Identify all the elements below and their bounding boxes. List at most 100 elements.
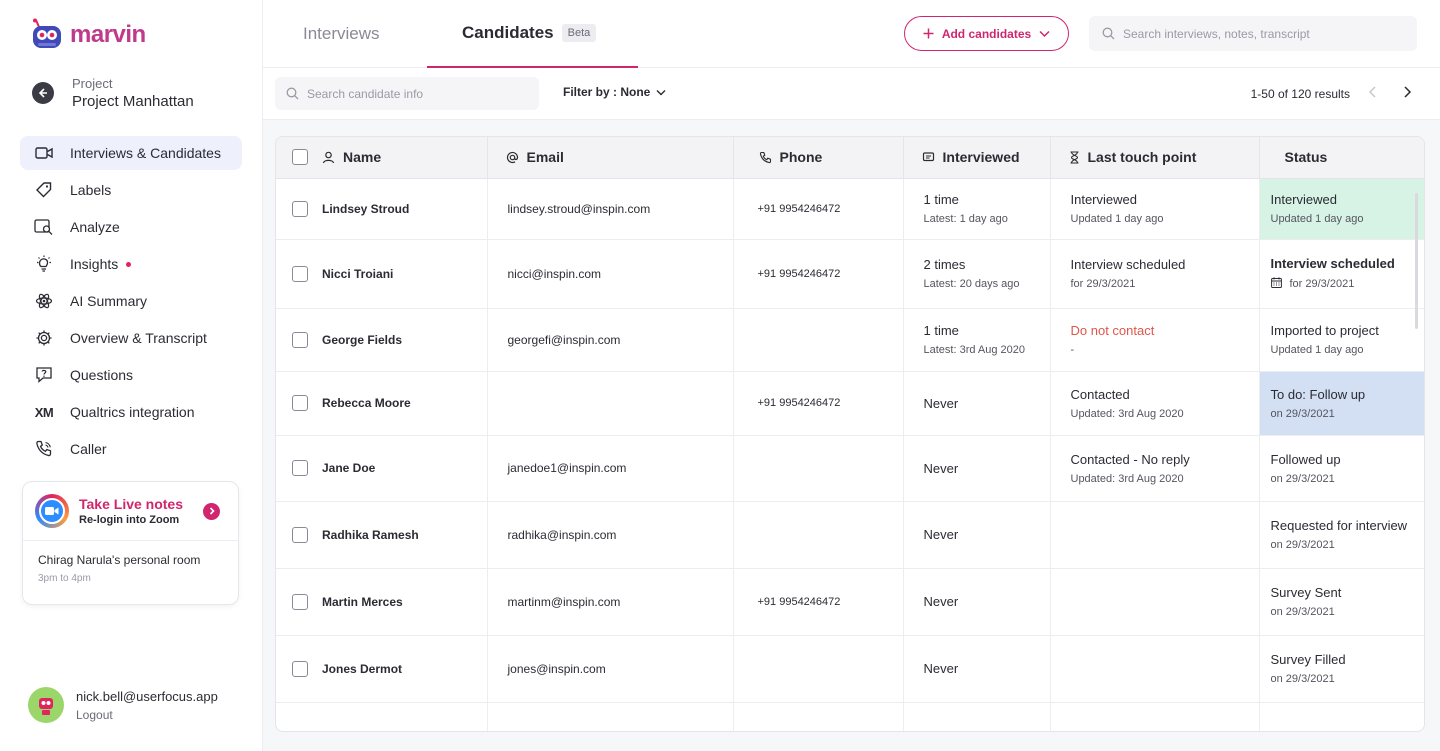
column-header-email[interactable]: Email	[527, 149, 564, 165]
candidate-email[interactable]: georgefi@inspin.com	[508, 333, 621, 347]
project-switcher[interactable]: Project Project Manhattan	[32, 76, 194, 110]
zoom-live-notes-card[interactable]: Take Live notes Re-login into Zoom Chira…	[22, 481, 239, 605]
column-header-last-touch-point[interactable]: Last touch point	[1088, 149, 1197, 165]
row-checkbox[interactable]	[292, 200, 308, 217]
table-row[interactable]: Rebecca Moore +91 9954246472 Never Contacte…	[276, 371, 1425, 436]
status-badge[interactable]: Imported to project	[1271, 323, 1425, 338]
back-arrow-icon[interactable]	[32, 82, 54, 104]
row-checkbox[interactable]	[292, 460, 308, 476]
candidate-email[interactable]: radhika@inspin.com	[508, 528, 617, 542]
empty-cell	[733, 702, 904, 731]
user-avatar[interactable]	[28, 687, 64, 723]
table-row[interactable]: Radhika Ramesh radhika@inspin.com Never Req…	[276, 501, 1425, 569]
table-row[interactable]: Nicci Troiani nicci@inspin.com +91 9954246…	[276, 239, 1425, 309]
table-row[interactable]: Jane Doe janedoe1@inspin.com Never Contacte…	[276, 435, 1425, 502]
status-badge[interactable]: Survey Filled	[1271, 652, 1425, 667]
row-checkbox[interactable]	[292, 395, 308, 411]
chevron-left-icon[interactable]	[1366, 85, 1380, 99]
table-scrollbar[interactable]	[1415, 193, 1418, 329]
candidate-email[interactable]: lindsey.stroud@inspin.com	[508, 202, 651, 216]
sidebar-item-label: Qualtrics integration	[70, 404, 195, 420]
row-checkbox[interactable]	[292, 331, 308, 348]
add-candidates-button[interactable]: Add candidates	[904, 16, 1069, 51]
bulb-icon	[34, 254, 54, 274]
cell-name: Rebecca Moore	[276, 371, 488, 436]
candidate-email[interactable]: martinm@inspin.com	[508, 595, 621, 609]
logout-link[interactable]: Logout	[76, 708, 218, 722]
status-badge[interactable]: To do: Follow up	[1271, 387, 1425, 402]
sidebar-nav: Interviews & Candidates Labels Analyze Insi…	[20, 136, 242, 469]
last-touch-updated: Updated 1 day ago	[1070, 213, 1164, 225]
status-date: on 29/3/2021	[1270, 407, 1335, 420]
candidate-name[interactable]: George Fields	[322, 333, 402, 347]
candidate-phone: +91 9954246472	[757, 397, 841, 409]
column-header-interviewed[interactable]: Interviewed	[943, 149, 1020, 165]
table-row[interactable]: Martin Merces martinm@inspin.com +91 99542…	[276, 568, 1425, 636]
row-checkbox[interactable]	[292, 593, 308, 610]
status-date: on 29/3/2021	[1270, 606, 1335, 618]
candidate-email[interactable]: jones@inspin.com	[508, 662, 606, 676]
status-badge[interactable]: Requested for interview	[1271, 518, 1425, 533]
candidate-search-input[interactable]: Search candidate info	[275, 77, 539, 110]
top-bar: Interviews Candidates Beta Add candidate…	[263, 0, 1440, 68]
sidebar-item-ai-summary[interactable]: AI Summary	[20, 284, 242, 318]
sidebar-item-labels[interactable]: Labels	[20, 173, 242, 207]
row-checkbox[interactable]	[292, 660, 308, 677]
filter-dropdown[interactable]: Filter by : None	[563, 85, 666, 99]
filter-bar: Search candidate info Filter by : None 1…	[263, 68, 1440, 120]
cell-status: To do: Follow up on 29/3/2021	[1259, 371, 1425, 436]
candidate-name[interactable]: Nicci Troiani	[322, 267, 393, 281]
cell-name: Lindsey Stroud	[276, 178, 488, 240]
column-header-name[interactable]: Name	[343, 149, 381, 165]
table-row[interactable]: Jones Dermot jones@inspin.com Never Survey …	[276, 635, 1425, 703]
cell-last-touch-point: Interviewed Updated 1 day ago	[1050, 178, 1260, 240]
candidate-name[interactable]: Martin Merces	[322, 595, 403, 609]
chevron-right-icon[interactable]	[1400, 85, 1414, 99]
zoom-icon	[35, 494, 69, 528]
status-badge[interactable]: Survey Sent	[1271, 585, 1425, 600]
candidate-name[interactable]: Lindsey Stroud	[322, 202, 409, 216]
candidate-phone: +91 9954246472	[757, 595, 841, 608]
status-badge[interactable]: Interviewed	[1271, 192, 1425, 207]
pagination	[1366, 85, 1414, 99]
tab-candidates[interactable]: Candidates Beta	[427, 0, 638, 68]
marvin-logo[interactable]: marvin	[30, 18, 146, 52]
last-touch-updated: for 29/3/2021	[1070, 278, 1136, 290]
calendar-icon	[1270, 277, 1282, 291]
cell-phone: +91 9954246472	[733, 178, 904, 240]
status-badge[interactable]: Followed up	[1271, 452, 1425, 467]
status-badge[interactable]: Interview scheduled	[1271, 256, 1425, 271]
filter-label: Filter by : None	[563, 85, 651, 99]
chevron-right-icon[interactable]	[203, 502, 220, 520]
sidebar-item-questions[interactable]: Questions	[20, 358, 242, 392]
column-header-phone[interactable]: Phone	[780, 149, 823, 165]
hourglass-icon	[1070, 151, 1078, 164]
candidate-email[interactable]: nicci@inspin.com	[508, 267, 602, 281]
candidate-name[interactable]: Rebecca Moore	[322, 396, 411, 410]
cell-interviewed: Never	[903, 568, 1051, 636]
sidebar-item-caller[interactable]: Caller	[20, 432, 242, 466]
row-checkbox[interactable]	[292, 265, 308, 282]
column-header-status[interactable]: Status	[1285, 149, 1328, 165]
select-all-checkbox[interactable]	[292, 149, 308, 166]
table-row[interactable]: George Fields georgefi@inspin.com 1 time La…	[276, 308, 1425, 372]
table-row[interactable]: Lindsey Stroud lindsey.stroud@inspin.com +…	[276, 178, 1425, 240]
candidate-name[interactable]: Jones Dermot	[322, 662, 402, 676]
candidate-name[interactable]: Radhika Ramesh	[322, 528, 419, 542]
candidate-email[interactable]: janedoe1@inspin.com	[508, 461, 627, 475]
tab-interviews[interactable]: Interviews	[303, 0, 380, 68]
cell-email: georgefi@inspin.com	[487, 308, 734, 372]
sidebar-item-overview-transcript[interactable]: Overview & Transcript	[20, 321, 242, 355]
candidate-name-wrap: Jones Dermot	[292, 660, 487, 677]
candidate-name[interactable]: Jane Doe	[322, 461, 375, 475]
sidebar-item-insights[interactable]: Insights	[20, 247, 242, 281]
cell-name: Radhika Ramesh	[276, 501, 488, 569]
global-search-input[interactable]: Search interviews, notes, transcript	[1089, 16, 1417, 51]
sidebar-item-analyze[interactable]: Analyze	[20, 210, 242, 244]
sidebar-item-qualtrics-integration[interactable]: XM Qualtrics integration	[20, 395, 242, 429]
row-checkbox[interactable]	[292, 526, 308, 543]
candidate-search-placeholder: Search candidate info	[307, 86, 424, 101]
empty-cell	[1050, 702, 1260, 731]
zoom-room-time: 3pm to 4pm	[38, 573, 91, 584]
sidebar-item-interviews-candidates[interactable]: Interviews & Candidates	[20, 136, 242, 170]
